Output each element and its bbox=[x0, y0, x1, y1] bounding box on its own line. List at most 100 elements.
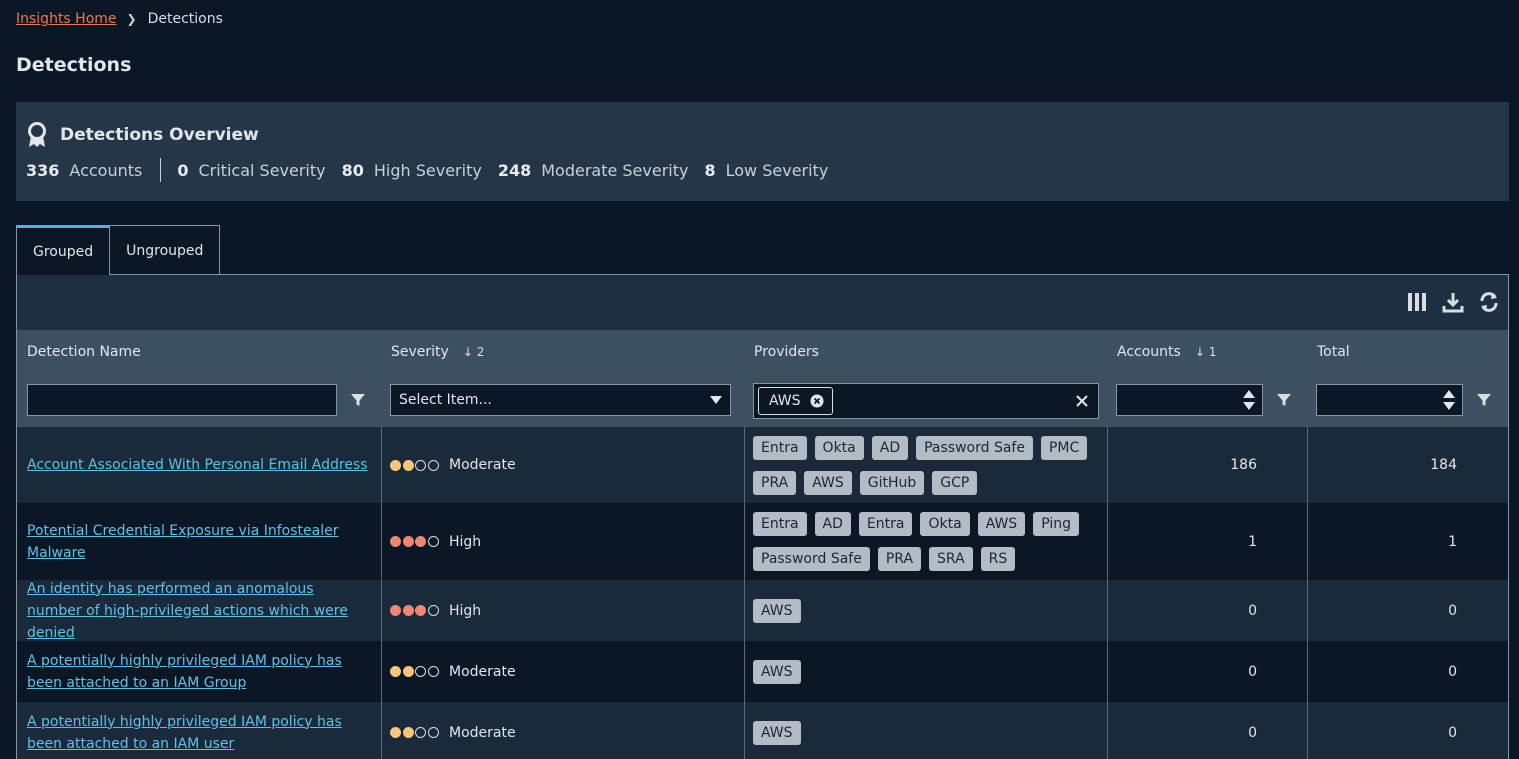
provider-filter-chip: AWS bbox=[758, 387, 833, 415]
column-divider bbox=[744, 427, 745, 759]
detection-name-link[interactable]: A potentially highly privileged IAM poli… bbox=[17, 650, 372, 694]
total-cell: 1 bbox=[1448, 533, 1457, 550]
total-cell: 0 bbox=[1448, 663, 1457, 680]
table-row: A potentially highly privileged IAM poli… bbox=[17, 641, 1508, 702]
stat-low: 8 Low Severity bbox=[704, 161, 828, 180]
provider-chip: Ping bbox=[1033, 512, 1079, 536]
severity-dot-filled bbox=[415, 605, 426, 616]
filter-icon[interactable] bbox=[1476, 392, 1492, 408]
stat-high: 80 High Severity bbox=[342, 161, 482, 180]
column-detection-name: Detection Name bbox=[17, 330, 381, 427]
filter-icon[interactable] bbox=[350, 392, 366, 408]
detections-grid: Detection Name Severity ↓ 2 Select Item..… bbox=[16, 274, 1509, 759]
detection-name-link[interactable]: An identity has performed an anomalous n… bbox=[17, 578, 372, 644]
accounts-cell: 0 bbox=[1248, 663, 1257, 680]
sort-indicator[interactable]: ↓ 1 bbox=[1195, 345, 1217, 359]
table-row: An identity has performed an anomalous n… bbox=[17, 580, 1508, 641]
provider-chip: Password Safe bbox=[916, 435, 1033, 460]
detection-name-link[interactable]: Account Associated With Personal Email A… bbox=[17, 454, 372, 476]
severity-label: High bbox=[449, 533, 482, 550]
accounts-cell: 0 bbox=[1248, 602, 1257, 619]
stat-moderate: 248 Moderate Severity bbox=[498, 161, 689, 180]
provider-chip: AD bbox=[871, 435, 909, 460]
detection-name-filter-input[interactable] bbox=[27, 384, 337, 416]
accounts-cell: 0 bbox=[1248, 724, 1257, 741]
overview-title: Detections Overview bbox=[60, 125, 259, 145]
column-label[interactable]: Total bbox=[1317, 344, 1350, 360]
breadcrumb-home-link[interactable]: Insights Home bbox=[16, 11, 117, 27]
remove-chip-icon[interactable] bbox=[810, 394, 824, 408]
severity-dot-empty bbox=[415, 727, 426, 738]
breadcrumb: Insights Home ❯ Detections bbox=[16, 11, 223, 27]
view-tabs: Grouped Ungrouped bbox=[16, 225, 221, 275]
severity-dot-empty bbox=[427, 459, 439, 471]
stat-accounts: 336 Accounts bbox=[26, 161, 142, 180]
severity-label: Moderate bbox=[449, 724, 516, 741]
total-filter-input[interactable] bbox=[1316, 384, 1463, 416]
detection-name-link[interactable]: A potentially highly privileged IAM poli… bbox=[17, 711, 372, 755]
page-title: Detections bbox=[16, 54, 132, 76]
severity-dot-filled bbox=[402, 459, 414, 471]
provider-chip: PRA bbox=[753, 470, 797, 495]
provider-chip: AWS bbox=[804, 470, 852, 495]
provider-chip: AWS bbox=[977, 512, 1026, 536]
provider-chip: Okta bbox=[814, 435, 864, 460]
severity-cell: Moderate bbox=[381, 641, 744, 702]
detection-name-cell: A potentially highly privileged IAM poli… bbox=[17, 641, 381, 702]
high-count: 80 bbox=[341, 160, 364, 180]
detection-name-cell: Potential Credential Exposure via Infost… bbox=[17, 503, 381, 580]
providers-cell: Entra AD Entra Okta AWS Ping Password Safe PRA S… bbox=[744, 503, 1107, 580]
breadcrumb-current: Detections bbox=[147, 11, 223, 27]
severity-cell: Moderate bbox=[381, 427, 744, 503]
column-label[interactable]: Detection Name bbox=[27, 344, 141, 360]
providers-cell: AWS bbox=[744, 702, 1107, 759]
provider-chip: Entra bbox=[753, 435, 807, 460]
column-label[interactable]: Severity bbox=[391, 344, 449, 360]
severity-label: High bbox=[449, 602, 482, 619]
download-icon[interactable] bbox=[1442, 291, 1464, 313]
refresh-icon[interactable] bbox=[1478, 291, 1500, 313]
column-accounts: Accounts ↓ 1 bbox=[1107, 330, 1307, 427]
severity-cell: High bbox=[381, 503, 744, 580]
columns-icon[interactable] bbox=[1406, 291, 1428, 313]
total-cell: 184 bbox=[1430, 457, 1457, 473]
column-label[interactable]: Providers bbox=[754, 344, 819, 360]
provider-chip: AWS bbox=[753, 659, 801, 684]
tab-grouped[interactable]: Grouped bbox=[16, 225, 111, 275]
column-label[interactable]: Accounts bbox=[1117, 344, 1181, 360]
moderate-label: Moderate Severity bbox=[541, 160, 689, 180]
tab-ungrouped[interactable]: Ungrouped bbox=[110, 225, 221, 275]
severity-dot-empty bbox=[427, 605, 439, 616]
providers-cell: AWS bbox=[744, 641, 1107, 702]
accounts-cell: 186 bbox=[1230, 457, 1257, 473]
provider-chips: Entra AD Entra Okta AWS Ping Password Safe PRA S… bbox=[744, 512, 1094, 571]
stat-critical: 0 Critical Severity bbox=[177, 161, 325, 180]
stepper-icon[interactable] bbox=[1242, 388, 1256, 412]
provider-chip: Entra bbox=[858, 512, 913, 536]
table-row: Potential Credential Exposure via Infost… bbox=[17, 503, 1508, 580]
detection-name-link[interactable]: Potential Credential Exposure via Infost… bbox=[17, 520, 372, 564]
filter-icon[interactable] bbox=[1276, 392, 1292, 408]
severity-select[interactable]: Select Item... bbox=[390, 384, 731, 416]
severity-dot-filled bbox=[390, 605, 401, 616]
sort-indicator[interactable]: ↓ 2 bbox=[463, 345, 485, 359]
severity-select-value: Select Item... bbox=[399, 392, 492, 408]
stepper-icon[interactable] bbox=[1442, 388, 1456, 412]
provider-chip: Password Safe bbox=[753, 547, 870, 571]
providers-filter-input[interactable]: AWS bbox=[753, 383, 1099, 419]
table-row: A potentially highly privileged IAM poli… bbox=[17, 702, 1508, 759]
provider-chip: AWS bbox=[753, 720, 801, 745]
accounts-filter-input[interactable] bbox=[1116, 384, 1263, 416]
provider-chip: PMC bbox=[1040, 435, 1088, 460]
clear-icon[interactable] bbox=[1076, 395, 1088, 407]
severity-indicator: Moderate bbox=[381, 664, 516, 680]
severity-dot-empty bbox=[427, 666, 439, 677]
severity-indicator: High bbox=[381, 534, 481, 550]
total-cell: 0 bbox=[1448, 724, 1457, 741]
column-divider bbox=[1307, 427, 1308, 759]
detection-name-cell: Account Associated With Personal Email A… bbox=[17, 427, 381, 503]
severity-dot-empty bbox=[415, 666, 426, 677]
detection-name-cell: An identity has performed an anomalous n… bbox=[17, 580, 381, 641]
provider-chip: AWS bbox=[753, 598, 801, 623]
severity-dot-filled bbox=[402, 727, 414, 738]
